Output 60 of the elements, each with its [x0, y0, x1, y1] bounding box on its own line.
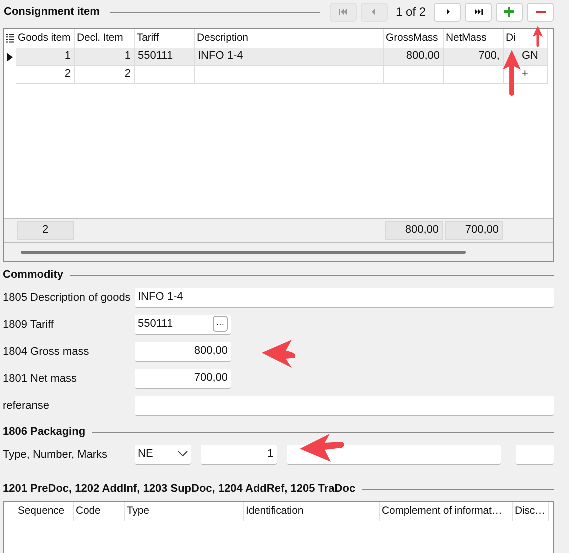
plus-icon	[504, 7, 516, 17]
annotation-arrow	[503, 49, 521, 99]
annotation-arrow	[262, 340, 298, 370]
last-page-button[interactable]	[465, 2, 492, 22]
column-header[interactable]: Type	[127, 505, 150, 517]
column-header[interactable]: Description	[197, 32, 248, 44]
grid-row[interactable]: 1 1 550111 INFO 1-4 800,00 700, GN	[16, 48, 548, 66]
column-header[interactable]: Identification	[246, 505, 304, 517]
table-cell: 550111	[138, 50, 174, 62]
summary-value: 2	[17, 221, 74, 240]
annotation-arrow	[300, 433, 346, 463]
field-label: 1804 Gross mass	[3, 346, 90, 358]
section-title: Commodity	[3, 269, 64, 281]
remove-button[interactable]	[527, 2, 554, 22]
table-cell: 700,	[478, 50, 500, 62]
input-field[interactable]: INFO 1-4	[135, 288, 554, 308]
page-indicator: 1 of 2	[396, 5, 426, 19]
table-cell: INFO 1-4	[198, 50, 244, 62]
section-title: Consignment item	[4, 6, 100, 18]
browse-button[interactable]: ···	[213, 316, 228, 332]
column-header[interactable]: Disc…	[515, 505, 546, 517]
column-header[interactable]: Di	[506, 32, 516, 44]
input-field[interactable]	[516, 444, 554, 464]
summary-value: 700,00	[445, 221, 503, 240]
table-cell: 2	[124, 68, 131, 80]
section-title: 1201 PreDoc, 1202 AddInf, 1203 SupDoc, 1204 AddRef, 1205 TraDoc	[3, 483, 356, 495]
input-field[interactable]: 1	[200, 444, 277, 464]
section-title: 1806 Packaging	[3, 426, 86, 438]
table-cell: GN	[522, 50, 538, 62]
left-arrow-icon	[337, 7, 350, 17]
input-field[interactable]	[135, 396, 554, 416]
right-arrow-icon	[472, 7, 484, 17]
horizontal-scrollbar[interactable]	[21, 250, 466, 254]
table-cell: 1	[124, 50, 131, 62]
column-header[interactable]: Code	[76, 505, 101, 517]
field-label: 1801 Net mass	[3, 372, 78, 384]
column-header[interactable]: Sequence	[18, 505, 64, 517]
column-header[interactable]: Decl. Item	[77, 32, 124, 44]
field-label: referanse	[3, 400, 50, 412]
grid-row[interactable]: 2 2 +	[16, 66, 548, 84]
table-cell: +	[522, 68, 528, 80]
field-label: Type, Number, Marks	[3, 448, 109, 460]
table-cell: 2	[64, 68, 71, 80]
column-header[interactable]: NetMass	[446, 32, 487, 44]
input-field[interactable]: 800,00	[135, 342, 231, 362]
table-cell: 1	[64, 50, 71, 62]
column-header[interactable]: GrossMass	[386, 32, 438, 44]
column-header[interactable]: Complement of informat…	[382, 505, 502, 517]
chevron-down-icon	[178, 451, 188, 457]
input-field[interactable]: 700,00	[135, 368, 231, 388]
input-field[interactable]	[286, 444, 502, 464]
dropdown[interactable]: NE	[135, 444, 191, 464]
input-field[interactable]: 550111 ···	[135, 314, 231, 334]
field-label: 1809 Tariff	[3, 318, 55, 330]
column-header[interactable]: Goods item	[18, 32, 71, 44]
field-label: 1805 Description of goods	[3, 292, 131, 304]
column-header[interactable]: Tariff	[137, 32, 159, 44]
column-chooser-icon[interactable]	[6, 34, 14, 43]
table-cell: 800,00	[406, 50, 440, 62]
summary-value: 800,00	[385, 221, 443, 240]
